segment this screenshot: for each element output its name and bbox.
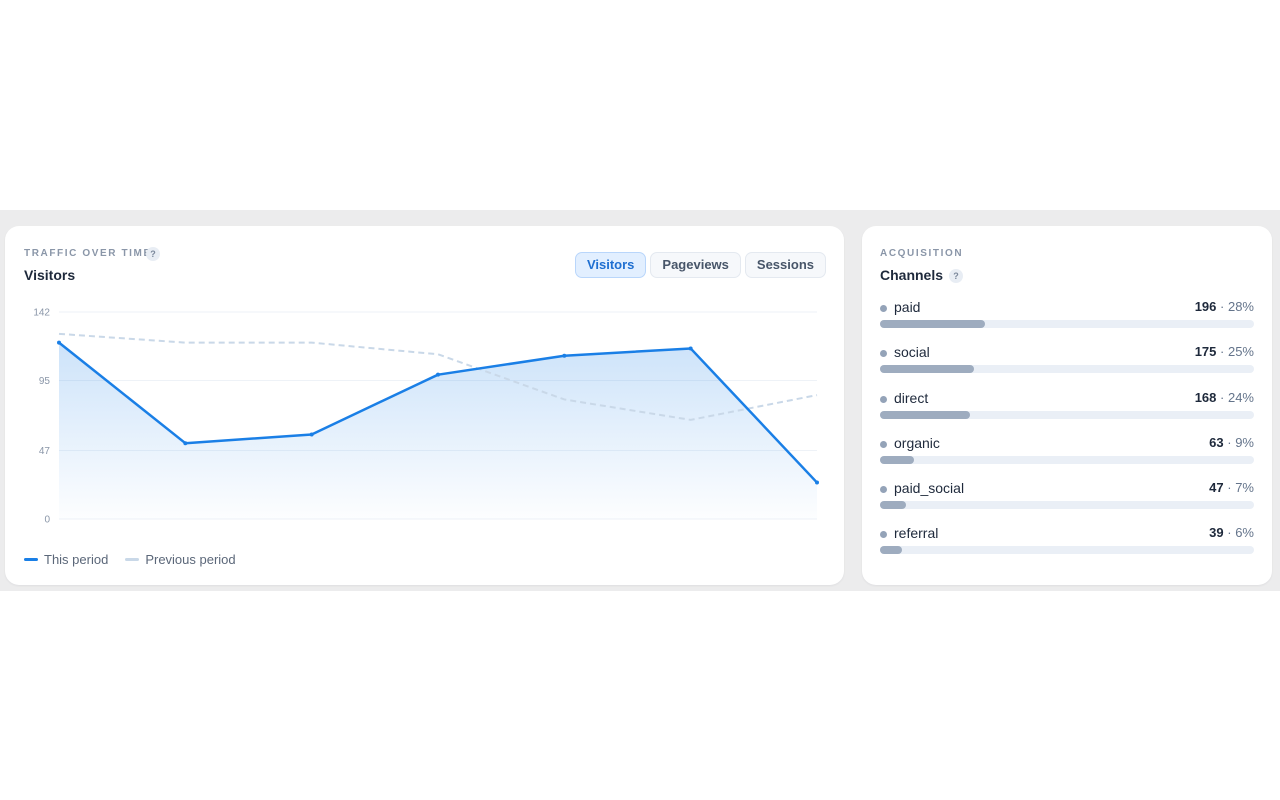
channel-list: paid 196 · 28% social 175 · 25% direct 168 · … bbox=[880, 299, 1254, 571]
channel-row[interactable]: paid 196 · 28% bbox=[880, 299, 1254, 344]
legend-this-period[interactable]: This period bbox=[24, 552, 108, 567]
this-period-point[interactable] bbox=[815, 480, 819, 485]
channel-stat: 39 · 6% bbox=[1209, 525, 1254, 540]
legend-this-period-label: This period bbox=[44, 552, 109, 567]
channel-name: paid bbox=[894, 299, 921, 315]
channel-dot bbox=[880, 395, 887, 403]
channel-row[interactable]: paid_social 47 · 7% bbox=[880, 480, 1254, 525]
this-period-point[interactable] bbox=[436, 372, 440, 377]
channel-stat: 47 · 7% bbox=[1209, 480, 1254, 495]
channel-count: 39 bbox=[1209, 525, 1224, 541]
channel-separator: · bbox=[1216, 389, 1228, 405]
channel-percent: 7% bbox=[1235, 480, 1254, 496]
y-tick-label: 95 bbox=[39, 376, 51, 387]
acquisition-eyebrow: ACQUISITION bbox=[880, 248, 964, 259]
channel-percent: 25% bbox=[1227, 344, 1254, 360]
help-icon[interactable]: ? bbox=[949, 269, 963, 283]
traffic-line-chart: 0 47 95 142 bbox=[33, 308, 819, 526]
channel-count: 196 bbox=[1194, 299, 1217, 314]
channel-percent: 28% bbox=[1227, 299, 1254, 314]
channel-percent: 9% bbox=[1235, 434, 1254, 450]
channel-stat: 63 · 9% bbox=[1209, 435, 1254, 450]
this-period-area bbox=[59, 342, 817, 519]
channel-count: 175 bbox=[1194, 344, 1217, 360]
acquisition-title: Channels bbox=[880, 267, 944, 283]
channel-bar-fill bbox=[880, 546, 903, 555]
y-tick-label: 0 bbox=[44, 515, 50, 526]
y-tick-label: 142 bbox=[33, 308, 50, 319]
channel-count: 63 bbox=[1209, 434, 1224, 450]
legend-previous-period-label: Previous period bbox=[145, 552, 236, 567]
channel-row[interactable]: referral 39 · 6% bbox=[880, 525, 1254, 570]
this-period-swatch bbox=[24, 558, 38, 561]
legend-previous-period[interactable]: Previous period bbox=[125, 552, 236, 567]
traffic-card: TRAFFIC OVER TIME ? Visitors Visitors Pa… bbox=[5, 226, 844, 585]
channel-name: referral bbox=[894, 525, 939, 542]
channel-bar-fill bbox=[880, 320, 985, 328]
channel-dot bbox=[880, 350, 887, 358]
channel-stat: 196 · 28% bbox=[1195, 299, 1254, 314]
this-period-point[interactable] bbox=[562, 353, 567, 358]
channel-bar-fill bbox=[880, 410, 970, 419]
channel-stat: 175 · 25% bbox=[1195, 344, 1254, 359]
channel-bar-track bbox=[880, 546, 1254, 555]
channel-row[interactable]: direct 168 · 24% bbox=[880, 390, 1254, 435]
channel-bar-fill bbox=[880, 365, 974, 374]
channel-separator: · bbox=[1216, 299, 1228, 314]
channel-separator: · bbox=[1216, 344, 1228, 360]
channel-bar-track bbox=[880, 410, 1254, 419]
channel-row[interactable]: organic 63 · 9% bbox=[880, 435, 1254, 480]
y-tick-label: 47 bbox=[39, 446, 51, 457]
channel-count: 47 bbox=[1209, 480, 1224, 496]
acquisition-card: ACQUISITION Channels ? paid 196 · 28% soci… bbox=[862, 226, 1272, 585]
channel-count: 168 bbox=[1194, 389, 1217, 405]
this-period-point[interactable] bbox=[183, 441, 188, 446]
channel-bar-fill bbox=[880, 501, 907, 510]
channel-name: organic bbox=[894, 434, 940, 451]
channel-bar-track bbox=[880, 365, 1254, 374]
channel-separator: · bbox=[1223, 434, 1236, 450]
channel-name: paid_social bbox=[894, 480, 965, 497]
channel-name: direct bbox=[894, 389, 929, 406]
channel-stat: 168 · 24% bbox=[1195, 390, 1254, 405]
channel-name: social bbox=[894, 344, 930, 361]
channel-dot bbox=[880, 531, 887, 539]
channel-bar-track bbox=[880, 455, 1254, 464]
channel-separator: · bbox=[1223, 480, 1236, 496]
previous-period-swatch bbox=[125, 558, 140, 561]
channel-percent: 6% bbox=[1235, 525, 1254, 541]
channel-dot bbox=[880, 486, 887, 494]
chart-legend: This period Previous period bbox=[24, 552, 236, 567]
channel-bar-fill bbox=[880, 455, 914, 464]
this-period-point[interactable] bbox=[57, 340, 61, 345]
channel-bar-track bbox=[880, 320, 1254, 328]
channel-separator: · bbox=[1223, 525, 1236, 541]
channel-row[interactable]: social 175 · 25% bbox=[880, 344, 1254, 389]
this-period-point[interactable] bbox=[688, 346, 693, 351]
this-period-point[interactable] bbox=[309, 432, 314, 437]
channel-dot bbox=[880, 305, 887, 312]
channel-dot bbox=[880, 440, 887, 448]
channel-percent: 24% bbox=[1227, 389, 1254, 405]
channel-bar-track bbox=[880, 501, 1254, 510]
